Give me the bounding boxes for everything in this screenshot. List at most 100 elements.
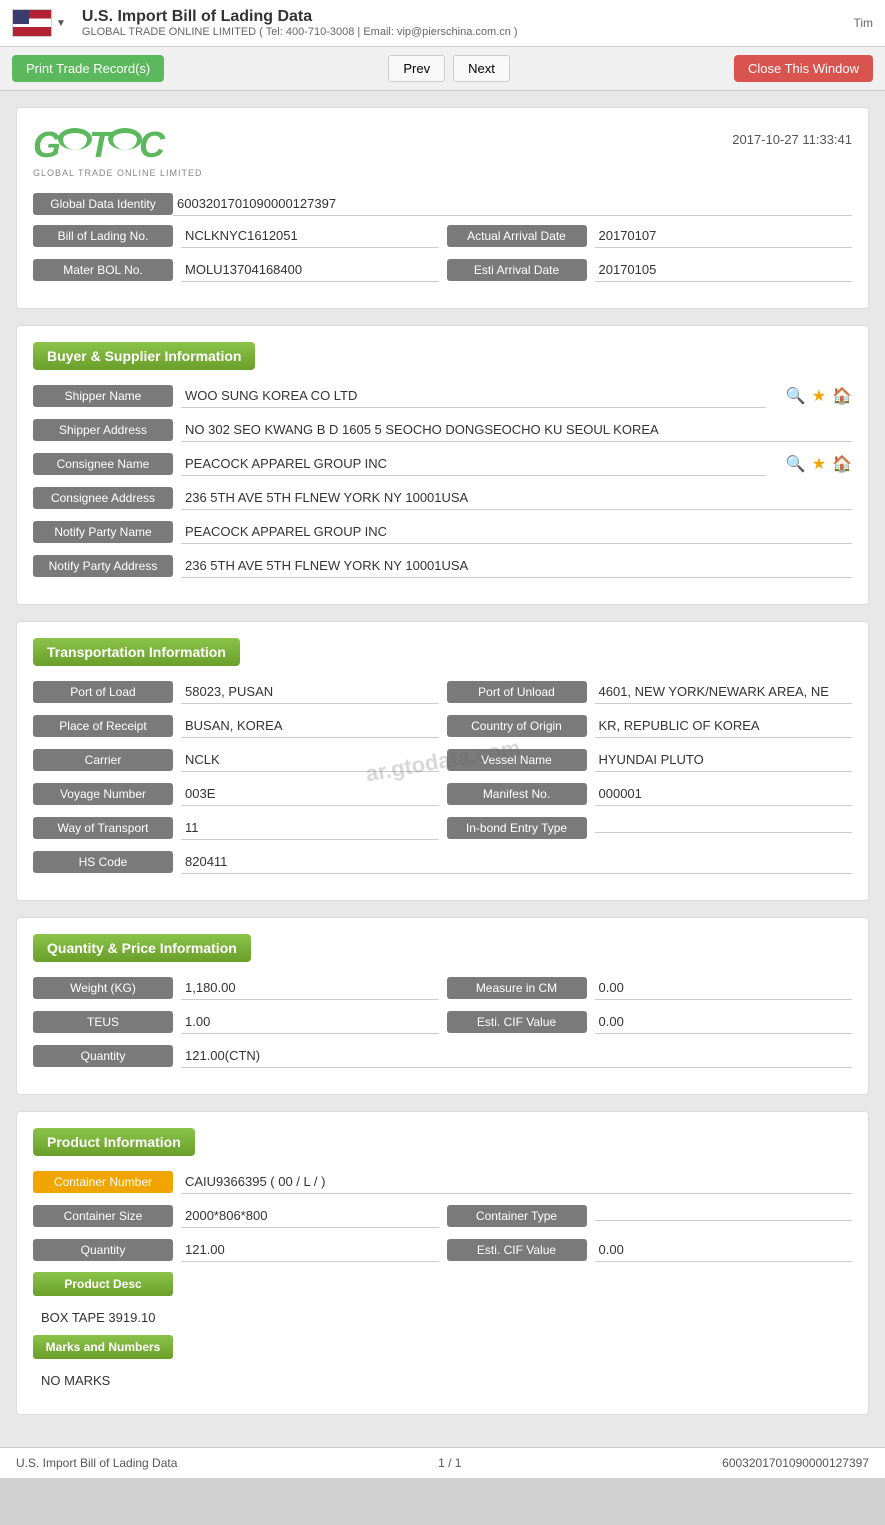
carrier-col: Carrier NCLK <box>33 748 439 772</box>
footer: U.S. Import Bill of Lading Data 1 / 1 60… <box>0 1447 885 1478</box>
product-info-card: Product Information Container Number CAI… <box>16 1111 869 1415</box>
in-bond-entry-label: In-bond Entry Type <box>447 817 587 839</box>
container-number-row: Container Number CAIU9366395 ( 00 / L / … <box>33 1170 852 1194</box>
place-of-receipt-value: BUSAN, KOREA <box>181 714 439 738</box>
container-number-label: Container Number <box>33 1171 173 1193</box>
consignee-name-label: Consignee Name <box>33 453 173 475</box>
container-size-value: 2000*806*800 <box>181 1204 439 1228</box>
way-transport-col: Way of Transport 11 <box>33 816 439 840</box>
voyage-number-label: Voyage Number <box>33 783 173 805</box>
marks-numbers-value: NO MARKS <box>33 1369 852 1398</box>
notify-party-name-row: Notify Party Name PEACOCK APPAREL GROUP … <box>33 520 852 544</box>
hs-code-value: 820411 <box>181 850 852 874</box>
shipper-address-label: Shipper Address <box>33 419 173 441</box>
container-size-col: Container Size 2000*806*800 <box>33 1204 439 1228</box>
port-of-unload-value: 4601, NEW YORK/NEWARK AREA, NE <box>595 680 853 704</box>
teus-cif-row: TEUS 1.00 Esti. CIF Value 0.00 <box>33 1010 852 1034</box>
vessel-col: Vessel Name HYUNDAI PLUTO <box>447 748 853 772</box>
prev-button[interactable]: Prev <box>388 55 445 82</box>
shipper-name-row: Shipper Name WOO SUNG KOREA CO LTD 🔍 ★ 🏠 <box>33 384 852 408</box>
product-desc-row: Product Desc <box>33 1272 852 1296</box>
logo-sub: GLOBAL TRADE ONLINE LIMITED <box>33 168 203 178</box>
consignee-address-label: Consignee Address <box>33 487 173 509</box>
consignee-search-icon[interactable]: 🔍 <box>786 454 806 474</box>
product-quantity-label: Quantity <box>33 1239 173 1261</box>
shipper-icons: 🔍 ★ 🏠 <box>782 386 852 406</box>
consignee-icons: 🔍 ★ 🏠 <box>782 454 852 474</box>
measure-cm-label: Measure in CM <box>447 977 587 999</box>
mater-bol-col: Mater BOL No. MOLU13704168400 <box>33 258 439 282</box>
consignee-name-value: PEACOCK APPAREL GROUP INC <box>181 452 766 476</box>
shipper-name-label: Shipper Name <box>33 385 173 407</box>
vessel-name-value: HYUNDAI PLUTO <box>595 748 853 772</box>
buyer-supplier-header: Buyer & Supplier Information <box>33 342 255 370</box>
consignee-name-row: Consignee Name PEACOCK APPAREL GROUP INC… <box>33 452 852 476</box>
actual-arrival-col: Actual Arrival Date 20170107 <box>447 224 853 248</box>
weight-measure-row: Weight (KG) 1,180.00 Measure in CM 0.00 <box>33 976 852 1000</box>
esti-arrival-value: 20170105 <box>595 258 853 282</box>
port-of-load-label: Port of Load <box>33 681 173 703</box>
footer-left: U.S. Import Bill of Lading Data <box>16 1456 177 1470</box>
weight-col: Weight (KG) 1,180.00 <box>33 976 439 1000</box>
global-data-identity-label: Global Data Identity <box>33 193 173 215</box>
manifest-no-label: Manifest No. <box>447 783 587 805</box>
product-info-header: Product Information <box>33 1128 195 1156</box>
consignee-star-icon[interactable]: ★ <box>812 454 826 474</box>
logo-t: T <box>89 124 111 166</box>
teus-col: TEUS 1.00 <box>33 1010 439 1034</box>
print-button[interactable]: Print Trade Record(s) <box>12 55 164 82</box>
manifest-no-value: 000001 <box>595 782 853 806</box>
logo-g: G <box>33 124 61 166</box>
logo-arc2 <box>108 128 142 150</box>
notify-party-address-value: 236 5TH AVE 5TH FLNEW YORK NY 10001USA <box>181 554 852 578</box>
shipper-address-row: Shipper Address NO 302 SEO KWANG B D 160… <box>33 418 852 442</box>
mater-bol-value: MOLU13704168400 <box>181 258 439 282</box>
place-of-receipt-label: Place of Receipt <box>33 715 173 737</box>
esti-arrival-col: Esti Arrival Date 20170105 <box>447 258 853 282</box>
vessel-name-label: Vessel Name <box>447 749 587 771</box>
port-row: Port of Load 58023, PUSAN Port of Unload… <box>33 680 852 704</box>
shipper-search-icon[interactable]: 🔍 <box>786 386 806 406</box>
notify-party-address-label: Notify Party Address <box>33 555 173 577</box>
transportation-header: Transportation Information <box>33 638 240 666</box>
shipper-star-icon[interactable]: ★ <box>812 386 826 406</box>
quantity-price-card: Quantity & Price Information Weight (KG)… <box>16 917 869 1095</box>
quantity-price-header: Quantity & Price Information <box>33 934 251 962</box>
consignee-address-value: 236 5TH AVE 5TH FLNEW YORK NY 10001USA <box>181 486 852 510</box>
bol-value: NCLKNYC1612051 <box>181 224 439 248</box>
top-card: G T C GLOBAL TRADE ONLINE LIMITED 2017-1… <box>16 107 869 309</box>
way-of-transport-label: Way of Transport <box>33 817 173 839</box>
shipper-home-icon[interactable]: 🏠 <box>832 386 852 406</box>
shipper-name-value: WOO SUNG KOREA CO LTD <box>181 384 766 408</box>
esti-cif-value: 0.00 <box>595 1010 853 1034</box>
product-esti-cif-col: Esti. CIF Value 0.00 <box>447 1238 853 1262</box>
dropdown-arrow[interactable]: ▼ <box>56 18 66 29</box>
logo-c: C <box>139 124 165 166</box>
container-type-col: Container Type <box>447 1205 853 1227</box>
bol-arrival-row: Bill of Lading No. NCLKNYC1612051 Actual… <box>33 224 852 248</box>
hs-code-label: HS Code <box>33 851 173 873</box>
bol-col: Bill of Lading No. NCLKNYC1612051 <box>33 224 439 248</box>
flag-icon <box>12 9 52 37</box>
record-datetime: 2017-10-27 11:33:41 <box>732 132 852 147</box>
close-window-button[interactable]: Close This Window <box>734 55 873 82</box>
global-data-identity-value: 6003201701090000127397 <box>173 192 852 216</box>
weight-kg-label: Weight (KG) <box>33 977 173 999</box>
product-desc-value: BOX TAPE 3919.10 <box>33 1306 852 1335</box>
actual-arrival-label: Actual Arrival Date <box>447 225 587 247</box>
inbond-col: In-bond Entry Type <box>447 817 853 839</box>
consignee-home-icon[interactable]: 🏠 <box>832 454 852 474</box>
footer-right: 6003201701090000127397 <box>722 1456 869 1470</box>
quantity-value: 121.00(CTN) <box>181 1044 852 1068</box>
port-load-col: Port of Load 58023, PUSAN <box>33 680 439 704</box>
product-esti-cif-value: 0.00 <box>595 1238 853 1262</box>
place-receipt-col: Place of Receipt BUSAN, KOREA <box>33 714 439 738</box>
container-type-value <box>595 1212 853 1221</box>
mater-bol-row: Mater BOL No. MOLU13704168400 Esti Arriv… <box>33 258 852 282</box>
port-of-load-value: 58023, PUSAN <box>181 680 439 704</box>
next-button[interactable]: Next <box>453 55 510 82</box>
actual-arrival-value: 20170107 <box>595 224 853 248</box>
voyage-number-value: 003E <box>181 782 439 806</box>
product-quantity-col: Quantity 121.00 <box>33 1238 439 1262</box>
quantity-label: Quantity <box>33 1045 173 1067</box>
